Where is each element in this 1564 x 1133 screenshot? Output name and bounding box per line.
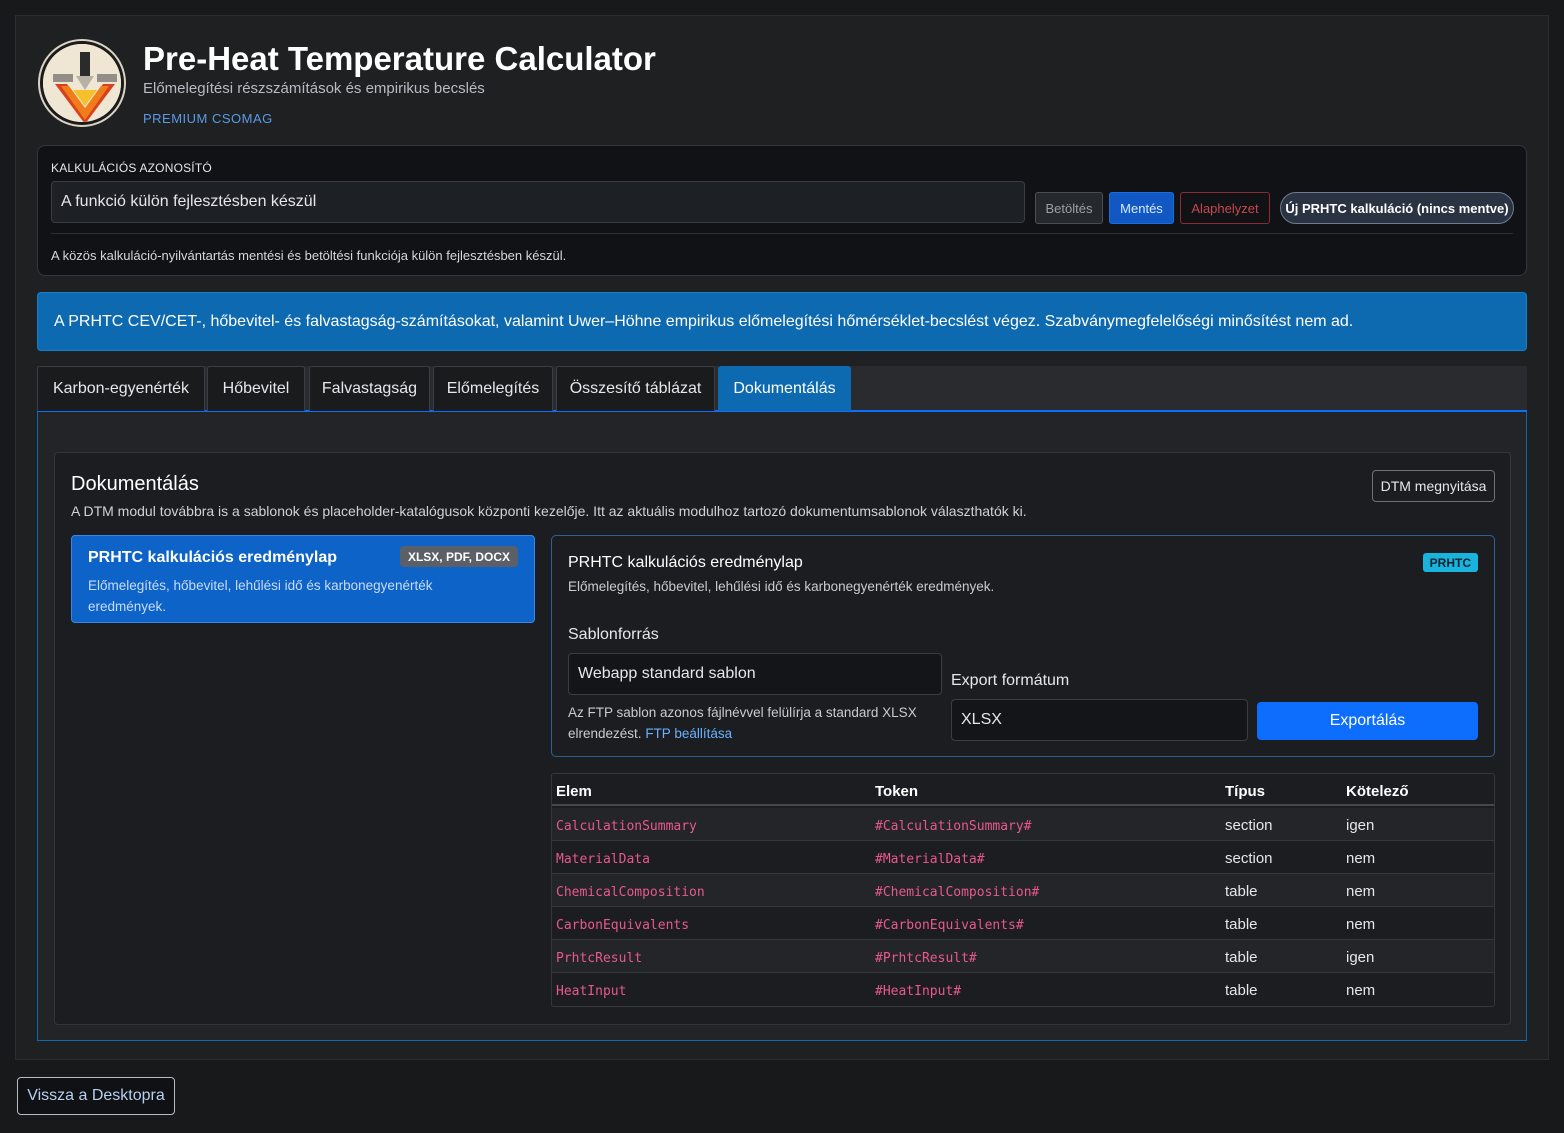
cell-required: nem bbox=[1346, 916, 1376, 933]
cell-type: table bbox=[1225, 916, 1258, 933]
table-row: MaterialData #MaterialData# section nem bbox=[552, 841, 1494, 874]
cell-required: igen bbox=[1346, 949, 1375, 966]
source-help-text: Az FTP sablon azonos fájlnévvel felülírj… bbox=[568, 705, 917, 741]
column-header-required: Kötelező bbox=[1346, 783, 1409, 800]
table-row: HeatInput #HeatInput# table nem bbox=[552, 973, 1494, 1006]
tab-documentation[interactable]: Dokumentálás bbox=[718, 366, 851, 411]
template-source-label: Sablonforrás bbox=[568, 626, 659, 643]
ftp-settings-link[interactable]: FTP beállítása bbox=[645, 726, 732, 741]
info-banner: A PRHTC CEV/CET-, hőbevitel- és falvasta… bbox=[37, 292, 1527, 351]
module-badge: PRHTC bbox=[1422, 553, 1478, 572]
table-row: CarbonEquivalents #CarbonEquivalents# ta… bbox=[552, 907, 1494, 940]
column-header-type: Típus bbox=[1225, 783, 1265, 800]
export-button[interactable]: Exportálás bbox=[1257, 702, 1478, 740]
cell-elem: CalculationSummary bbox=[556, 819, 697, 834]
table-row: ChemicalComposition #ChemicalComposition… bbox=[552, 874, 1494, 907]
cell-token: #CarbonEquivalents# bbox=[875, 918, 1024, 933]
column-header-elem: Elem bbox=[556, 783, 592, 800]
documentation-card: Dokumentálás A DTM modul továbbra is a s… bbox=[54, 452, 1511, 1025]
tab-heat-input[interactable]: Hőbevitel bbox=[207, 366, 305, 411]
back-to-desktop-button[interactable]: Vissza a Desktopra bbox=[17, 1077, 175, 1115]
tab-carbon-equivalent[interactable]: Karbon-egyenérték bbox=[37, 366, 205, 411]
cell-elem: HeatInput bbox=[556, 984, 627, 999]
template-name: PRHTC kalkulációs eredménylap bbox=[88, 549, 337, 566]
detail-title: PRHTC kalkulációs eredménylap bbox=[568, 554, 803, 571]
cell-required: nem bbox=[1346, 883, 1376, 900]
cell-type: table bbox=[1225, 982, 1258, 999]
load-button[interactable]: Betöltés bbox=[1035, 192, 1103, 224]
documentation-title: Dokumentálás bbox=[71, 473, 199, 495]
template-description: Előmelegítés, hőbevitel, lehűlési idő és… bbox=[88, 578, 433, 614]
template-source-select[interactable]: Webapp standard sablon bbox=[568, 653, 942, 695]
cell-type: table bbox=[1225, 949, 1258, 966]
template-list-item[interactable]: PRHTC kalkulációs eredménylap XLSX, PDF,… bbox=[71, 535, 535, 623]
detail-description: Előmelegítés, hőbevitel, lehűlési idő és… bbox=[568, 579, 995, 594]
tab-summary-table[interactable]: Összesítő táblázat bbox=[556, 366, 715, 411]
template-source-help: Az FTP sablon azonos fájlnévvel felülírj… bbox=[568, 702, 938, 744]
plan-badge: PREMIUM CSOMAG bbox=[143, 111, 273, 126]
cell-token: #CalculationSummary# bbox=[875, 819, 1032, 834]
tab-wall-thickness[interactable]: Falvastagság bbox=[309, 366, 430, 411]
table-header: Elem Token Típus Kötelező bbox=[552, 774, 1494, 806]
cell-elem: MaterialData bbox=[556, 852, 650, 867]
save-button[interactable]: Mentés bbox=[1109, 192, 1174, 224]
cell-type: section bbox=[1225, 850, 1273, 867]
placeholder-table: Elem Token Típus Kötelező CalculationSum… bbox=[551, 773, 1495, 1007]
reset-button[interactable]: Alaphelyzet bbox=[1180, 192, 1270, 224]
export-format-label: Export formátum bbox=[951, 672, 1070, 689]
cell-token: #ChemicalComposition# bbox=[875, 885, 1040, 900]
tab-preheat[interactable]: Előmelegítés bbox=[433, 366, 553, 411]
table-row: PrhtcResult #PrhtcResult# table igen bbox=[552, 940, 1494, 973]
cell-type: section bbox=[1225, 817, 1273, 834]
cell-type: table bbox=[1225, 883, 1258, 900]
cell-elem: ChemicalComposition bbox=[556, 885, 705, 900]
calculation-note: A közös kalkuláció-nyilvántartás mentési… bbox=[51, 248, 567, 263]
app-title: Pre-Heat Temperature Calculator bbox=[143, 40, 656, 77]
table-row: CalculationSummary #CalculationSummary# … bbox=[552, 808, 1494, 841]
cell-required: nem bbox=[1346, 850, 1376, 867]
cell-token: #MaterialData# bbox=[875, 852, 985, 867]
calculation-id-input[interactable]: A funkció külön fejlesztésben készül bbox=[51, 181, 1025, 223]
cell-required: nem bbox=[1346, 982, 1376, 999]
cell-elem: PrhtcResult bbox=[556, 951, 643, 966]
export-format-select[interactable]: XLSX bbox=[951, 699, 1248, 741]
app-subtitle: Előmelegítési részszámítások és empiriku… bbox=[143, 80, 485, 97]
cell-elem: CarbonEquivalents bbox=[556, 918, 690, 933]
calculation-id-panel: KALKULÁCIÓS AZONOSÍTÓ A funkció külön fe… bbox=[37, 145, 1527, 276]
template-detail: PRHTC kalkulációs eredménylap PRHTC Előm… bbox=[551, 535, 1495, 757]
cell-token: #PrhtcResult# bbox=[875, 951, 977, 966]
calculation-id-label: KALKULÁCIÓS AZONOSÍTÓ bbox=[51, 161, 212, 175]
tab-bar: Karbon-egyenérték Hőbevitel Falvastagság… bbox=[37, 366, 1527, 412]
column-header-token: Token bbox=[875, 783, 919, 800]
documentation-description: A DTM modul továbbra is a sablonok és pl… bbox=[71, 503, 1027, 519]
open-dtm-button[interactable]: DTM megnyitása bbox=[1372, 470, 1495, 502]
tab-content: Dokumentálás A DTM modul továbbra is a s… bbox=[37, 412, 1527, 1041]
new-calculation-button[interactable]: Új PRHTC kalkuláció (nincs mentve) bbox=[1280, 192, 1514, 224]
app-logo bbox=[40, 41, 124, 125]
divider bbox=[51, 233, 1513, 234]
template-formats-badge: XLSX, PDF, DOCX bbox=[399, 546, 518, 567]
cell-token: #HeatInput# bbox=[875, 984, 962, 999]
cell-required: igen bbox=[1346, 817, 1375, 834]
